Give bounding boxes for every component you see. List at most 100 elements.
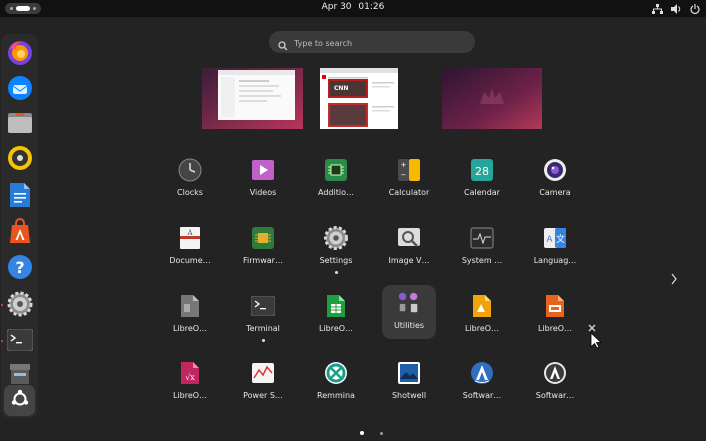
libreoffice-icon — [178, 294, 202, 318]
page-indicator-2[interactable] — [380, 432, 383, 435]
svg-text:?: ? — [15, 258, 24, 277]
search-input[interactable] — [292, 34, 466, 52]
network-icon[interactable] — [652, 3, 663, 14]
dock-app-center[interactable] — [4, 217, 35, 248]
volume-icon[interactable] — [671, 3, 682, 14]
app-calculator[interactable]: + − Calculator — [375, 152, 443, 204]
libreoffice-math-icon: √x — [178, 361, 202, 385]
dock-terminal[interactable] — [4, 326, 35, 357]
svg-text:A: A — [186, 229, 193, 237]
app-additional-drivers[interactable]: Additio… — [302, 152, 370, 204]
utilities-folder-icon — [397, 291, 421, 315]
calculator-icon: + − — [397, 158, 421, 182]
show-apps-button[interactable] — [4, 385, 35, 416]
app-software-properties[interactable]: Softwar… — [521, 355, 589, 407]
app-label: Calendar — [464, 188, 500, 197]
dock-writer[interactable] — [4, 181, 35, 212]
image-viewer-icon — [397, 226, 421, 250]
app-document-viewer[interactable]: A Docume… — [156, 220, 224, 272]
app-label: Calculator — [388, 188, 430, 197]
svg-text:A: A — [546, 235, 553, 245]
calendar-day-badge: 28 — [475, 165, 489, 178]
app-label: Docume… — [169, 256, 211, 265]
terminal-icon — [6, 328, 33, 355]
workspace-thumbnail-3[interactable] — [442, 68, 542, 129]
ubuntu-icon — [10, 389, 30, 413]
svg-text:+: + — [401, 161, 407, 169]
app-label: Softwar… — [535, 391, 575, 400]
page-indicator-1[interactable] — [360, 431, 364, 435]
additional-drivers-icon — [324, 158, 348, 182]
help-icon: ? — [7, 254, 33, 284]
app-utilities-folder[interactable]: Utilities — [382, 285, 436, 339]
dock: ? — [1, 34, 38, 418]
dock-help[interactable]: ? — [4, 253, 35, 284]
app-terminal[interactable]: Terminal — [229, 288, 297, 342]
dock-rhythmbox[interactable] — [4, 144, 35, 175]
dock-firefox[interactable] — [4, 39, 35, 70]
app-system-monitor[interactable]: System … — [448, 220, 516, 272]
chevron-right-icon — [671, 273, 677, 285]
app-shotwell[interactable]: Shotwell — [375, 355, 443, 407]
app-label: Terminal — [246, 324, 280, 333]
app-label: LibreO… — [172, 391, 208, 400]
libreoffice-calc-icon — [324, 294, 348, 318]
app-label: Utilities — [393, 321, 425, 330]
app-image-viewer[interactable]: Image V… — [375, 220, 443, 272]
app-videos[interactable]: Videos — [229, 152, 297, 204]
thunderbird-icon — [7, 75, 33, 105]
app-camera[interactable]: Camera — [521, 152, 589, 204]
system-tray[interactable] — [652, 2, 700, 15]
next-page-arrow[interactable] — [668, 271, 680, 285]
app-label: Remmina — [317, 391, 355, 400]
app-power-statistics[interactable]: Power S… — [229, 355, 297, 407]
language-icon: A文 — [543, 226, 567, 250]
remmina-icon — [324, 361, 348, 385]
app-libreoffice[interactable]: LibreO… — [156, 288, 224, 340]
settings-icon — [324, 226, 348, 250]
power-icon[interactable] — [690, 3, 700, 14]
app-label: System … — [461, 256, 503, 265]
workspace-thumbnail-1[interactable] — [202, 68, 303, 129]
app-calendar[interactable]: 28 Calendar — [448, 152, 516, 204]
app-clocks[interactable]: Clocks — [156, 152, 224, 204]
search-box[interactable] — [269, 31, 475, 53]
app-language[interactable]: A文 Languag… — [521, 220, 589, 272]
app-firmware[interactable]: Firmwar… — [229, 220, 297, 272]
app-libreoffice-draw[interactable]: LibreO… — [448, 288, 516, 340]
libreoffice-impress-icon — [543, 294, 567, 318]
clock-time: 01:26 — [358, 2, 385, 12]
app-software-updater[interactable]: Softwar… — [448, 355, 516, 407]
app-label: Shotwell — [391, 391, 427, 400]
dock-settings[interactable] — [4, 290, 35, 321]
videos-icon — [251, 158, 275, 182]
libreoffice-draw-icon — [470, 294, 494, 318]
app-libreoffice-calc[interactable]: LibreO… — [302, 288, 370, 340]
workspace-thumbnail-2[interactable]: CNN — [320, 68, 398, 129]
app-label: Camera — [539, 188, 571, 197]
dock-files[interactable] — [4, 109, 35, 140]
files-icon — [7, 111, 33, 139]
app-libreoffice-math[interactable]: √x LibreO… — [156, 355, 224, 407]
app-label: Softwar… — [462, 391, 502, 400]
power-statistics-icon — [251, 361, 275, 385]
app-remmina[interactable]: Remmina — [302, 355, 370, 407]
mouse-cursor-icon — [588, 323, 603, 353]
clock[interactable]: Apr 30 01:26 — [0, 2, 706, 12]
dock-thunderbird[interactable] — [4, 74, 35, 105]
running-indicator — [262, 339, 265, 342]
writer-icon — [9, 182, 31, 212]
rhythmbox-icon — [7, 145, 33, 175]
app-label: Clocks — [177, 188, 203, 197]
app-center-icon — [8, 217, 32, 248]
app-label: Image V… — [388, 256, 430, 265]
terminal-icon — [251, 294, 275, 318]
shotwell-icon — [397, 361, 421, 385]
top-bar: Apr 30 01:26 — [0, 0, 706, 17]
clock-icon — [178, 158, 202, 182]
app-label: Settings — [319, 256, 353, 265]
camera-icon — [543, 158, 567, 182]
app-libreoffice-impress[interactable]: LibreO… — [521, 288, 589, 340]
app-settings[interactable]: Settings — [302, 220, 370, 274]
document-viewer-icon: A — [178, 226, 202, 250]
